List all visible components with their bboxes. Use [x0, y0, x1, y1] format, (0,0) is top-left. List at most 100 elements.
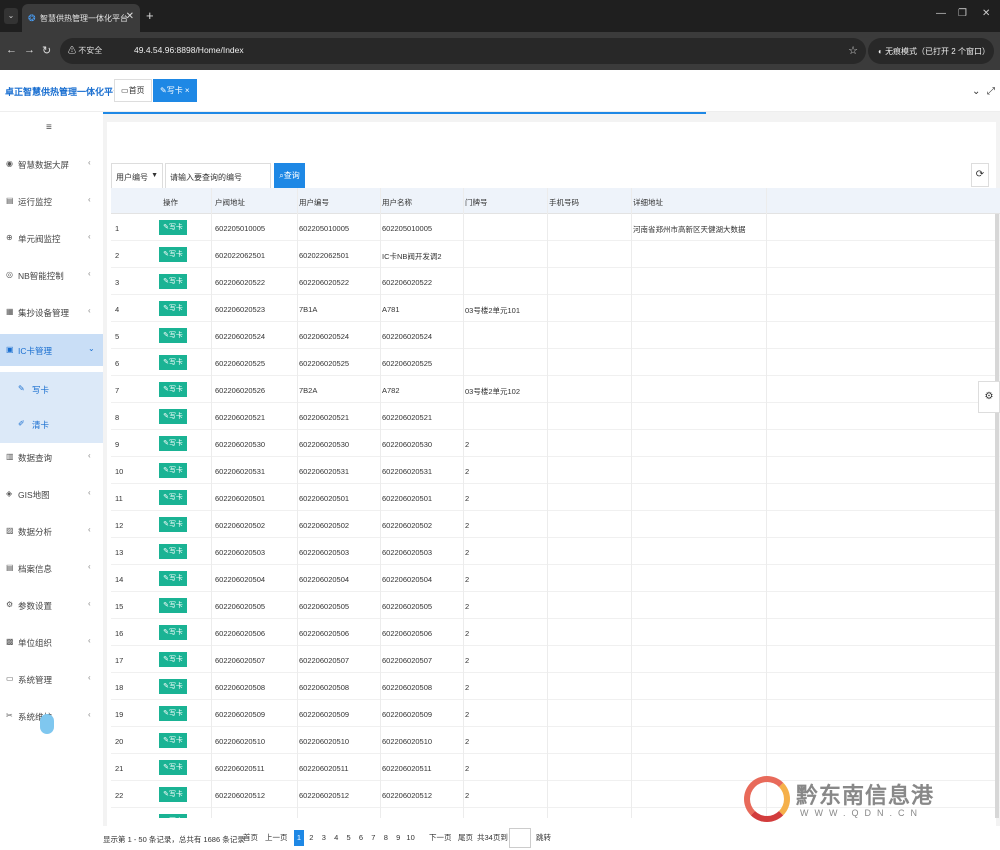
page-number-button[interactable]: 10 — [406, 830, 416, 846]
write-card-button[interactable]: ✎写卡 — [159, 652, 187, 667]
write-card-button[interactable]: ✎写卡 — [159, 814, 187, 818]
write-card-button[interactable]: ✎写卡 — [159, 274, 187, 289]
tab-home[interactable]: ▭首页 — [114, 79, 152, 102]
sidebar-item[interactable]: ▨ 数据分析 ‹ — [0, 515, 103, 547]
sidebar-item[interactable]: ▩ 单位组织 ‹ — [0, 626, 103, 658]
table-row[interactable]: 4 602206020523 7B1A A781 03号楼2单元101 ✎写卡 — [111, 295, 1000, 322]
restore-button[interactable]: ❐ — [958, 8, 967, 19]
table-row[interactable]: 14 602206020504 602206020504 602206020504 2 ✎… — [111, 565, 1000, 592]
last-page-button[interactable]: 尾页 — [458, 832, 473, 843]
tab-search-button[interactable]: ⌄ — [4, 8, 18, 24]
tab-dropdown-icon[interactable]: ⌄ — [972, 86, 980, 97]
sidebar-toggle-icon[interactable]: ≡ — [46, 122, 52, 133]
first-page-button[interactable]: 首页 — [243, 832, 258, 843]
write-card-button[interactable]: ✎写卡 — [159, 517, 187, 532]
column-header[interactable]: 用户名称 — [382, 197, 412, 208]
reload-button[interactable]: ↻ — [42, 44, 51, 57]
page-number-button[interactable]: 5 — [344, 830, 354, 846]
write-card-button[interactable]: ✎写卡 — [159, 355, 187, 370]
write-card-button[interactable]: ✎写卡 — [159, 679, 187, 694]
page-jump-input[interactable] — [509, 828, 531, 848]
write-card-button[interactable]: ✎写卡 — [159, 490, 187, 505]
write-card-button[interactable]: ✎写卡 — [159, 328, 187, 343]
write-card-button[interactable]: ✎写卡 — [159, 544, 187, 559]
table-row[interactable]: 7 602206020526 7B2A A782 03号楼2单元102 ✎写卡 — [111, 376, 1000, 403]
tab-close-icon[interactable]: ✕ — [126, 11, 134, 22]
table-row[interactable]: 10 602206020531 602206020531 602206020531 2 ✎… — [111, 457, 1000, 484]
table-row[interactable]: 6 602206020525 602206020525 602206020525 ✎写卡 — [111, 349, 1000, 376]
page-number-button[interactable]: 9 — [393, 830, 403, 846]
forward-button[interactable]: → — [24, 44, 35, 56]
fullscreen-icon[interactable]: ⤢ — [987, 86, 995, 97]
write-card-button[interactable]: ✎写卡 — [159, 625, 187, 640]
table-scrollbar[interactable] — [995, 214, 999, 818]
table-row[interactable]: 16 602206020506 602206020506 602206020506 2 ✎… — [111, 619, 1000, 646]
sidebar-item[interactable]: ▦ 集抄设备管理 ‹ — [0, 296, 103, 328]
jump-button[interactable]: 跳转 — [536, 832, 551, 843]
page-number-button[interactable]: 7 — [368, 830, 378, 846]
table-row[interactable]: 1 602205010005 602205010005 602205010005 河南省… — [111, 214, 1000, 241]
page-number-button[interactable]: 1 — [294, 830, 304, 846]
write-card-button[interactable]: ✎写卡 — [159, 301, 187, 316]
search-field-select[interactable]: 用户编号 ▼ — [111, 163, 163, 189]
table-row[interactable]: 20 602206020510 602206020510 602206020510 2 ✎… — [111, 727, 1000, 754]
table-row[interactable]: 11 602206020501 602206020501 602206020501 2 ✎… — [111, 484, 1000, 511]
table-row[interactable]: 18 602206020508 602206020508 602206020508 2 ✎… — [111, 673, 1000, 700]
write-card-button[interactable]: ✎写卡 — [159, 787, 187, 802]
search-button[interactable]: ⌕查询 — [274, 163, 305, 189]
table-row[interactable]: 3 602206020522 602206020522 602206020522 ✎写卡 — [111, 268, 1000, 295]
table-row[interactable]: 15 602206020505 602206020505 602206020505 2 ✎… — [111, 592, 1000, 619]
sidebar-item[interactable]: ▭ 系统管理 ‹ — [0, 663, 103, 695]
sidebar-subitem[interactable]: ✐ 清卡 — [0, 407, 103, 443]
column-header[interactable]: 户阀地址 — [215, 197, 245, 208]
table-row[interactable]: 12 602206020502 602206020502 602206020502 2 ✎… — [111, 511, 1000, 538]
url-text[interactable]: 49.4.54.96:8898/Home/Index — [134, 45, 244, 55]
new-tab-button[interactable]: + — [146, 8, 154, 23]
page-number-button[interactable]: 4 — [331, 830, 341, 846]
write-card-button[interactable]: ✎写卡 — [159, 409, 187, 424]
sidebar-item[interactable]: ⊕ 单元阀监控 ‹ — [0, 222, 103, 254]
write-card-button[interactable]: ✎写卡 — [159, 463, 187, 478]
settings-gear-icon[interactable]: ⚙ — [978, 381, 1000, 413]
column-header[interactable]: 操作 — [163, 197, 178, 208]
refresh-button[interactable]: ⟳ — [971, 163, 989, 187]
sidebar-item[interactable]: ◈ GIS地图 ‹ — [0, 478, 103, 510]
sidebar-item[interactable]: ▥ 数据查询 ‹ — [0, 441, 103, 473]
sidebar-subitem[interactable]: ✎ 写卡 — [0, 372, 103, 408]
minimize-button[interactable]: — — [936, 8, 946, 19]
write-card-button[interactable]: ✎写卡 — [159, 598, 187, 613]
sidebar-item[interactable]: ⚙ 参数设置 ‹ — [0, 589, 103, 621]
write-card-button[interactable]: ✎写卡 — [159, 436, 187, 451]
write-card-button[interactable]: ✎写卡 — [159, 571, 187, 586]
table-row[interactable]: 19 602206020509 602206020509 602206020509 2 ✎… — [111, 700, 1000, 727]
column-header[interactable]: 用户编号 — [299, 197, 329, 208]
insecure-indicator[interactable]: ⚠ 不安全 — [68, 45, 102, 56]
column-header[interactable]: 门牌号 — [465, 197, 488, 208]
bookmark-star-icon[interactable]: ☆ — [848, 44, 858, 57]
search-input[interactable]: 请输入要查询的编号 — [165, 163, 271, 189]
tab-write-card[interactable]: ✎写卡 × — [153, 79, 197, 102]
column-header[interactable]: 详细地址 — [633, 197, 663, 208]
write-card-button[interactable]: ✎写卡 — [159, 247, 187, 262]
table-row[interactable]: 8 602206020521 602206020521 602206020521 ✎写卡 — [111, 403, 1000, 430]
browser-tab[interactable]: ❂ 智慧供热管理一体化平台 ✕ — [22, 4, 140, 32]
sidebar-item[interactable]: ◎ NB智能控制 ‹ — [0, 259, 103, 291]
table-row[interactable]: 2 602022062501 602022062501 IC卡NB阀开发调2 ✎写卡 — [111, 241, 1000, 268]
back-button[interactable]: ← — [6, 44, 17, 56]
write-card-button[interactable]: ✎写卡 — [159, 760, 187, 775]
sidebar-item[interactable]: ▣ IC卡管理 ⌄ — [0, 334, 103, 366]
write-card-button[interactable]: ✎写卡 — [159, 706, 187, 721]
write-card-button[interactable]: ✎写卡 — [159, 733, 187, 748]
sidebar-item[interactable]: ▤ 运行监控 ‹ — [0, 185, 103, 217]
page-number-button[interactable]: 3 — [319, 830, 329, 846]
incognito-badge[interactable]: ◐ 无痕模式（已打开 2 个窗口） — [868, 38, 994, 64]
write-card-button[interactable]: ✎写卡 — [159, 220, 187, 235]
table-row[interactable]: 5 602206020524 602206020524 602206020524 ✎写卡 — [111, 322, 1000, 349]
table-row[interactable]: 17 602206020507 602206020507 602206020507 2 ✎… — [111, 646, 1000, 673]
page-number-button[interactable]: 8 — [381, 830, 391, 846]
table-row[interactable]: 13 602206020503 602206020503 602206020503 2 ✎… — [111, 538, 1000, 565]
prev-page-button[interactable]: 上一页 — [265, 832, 288, 843]
sidebar-item[interactable]: ▤ 档案信息 ‹ — [0, 552, 103, 584]
write-card-button[interactable]: ✎写卡 — [159, 382, 187, 397]
table-row[interactable]: 9 602206020530 602206020530 602206020530 2 ✎写… — [111, 430, 1000, 457]
